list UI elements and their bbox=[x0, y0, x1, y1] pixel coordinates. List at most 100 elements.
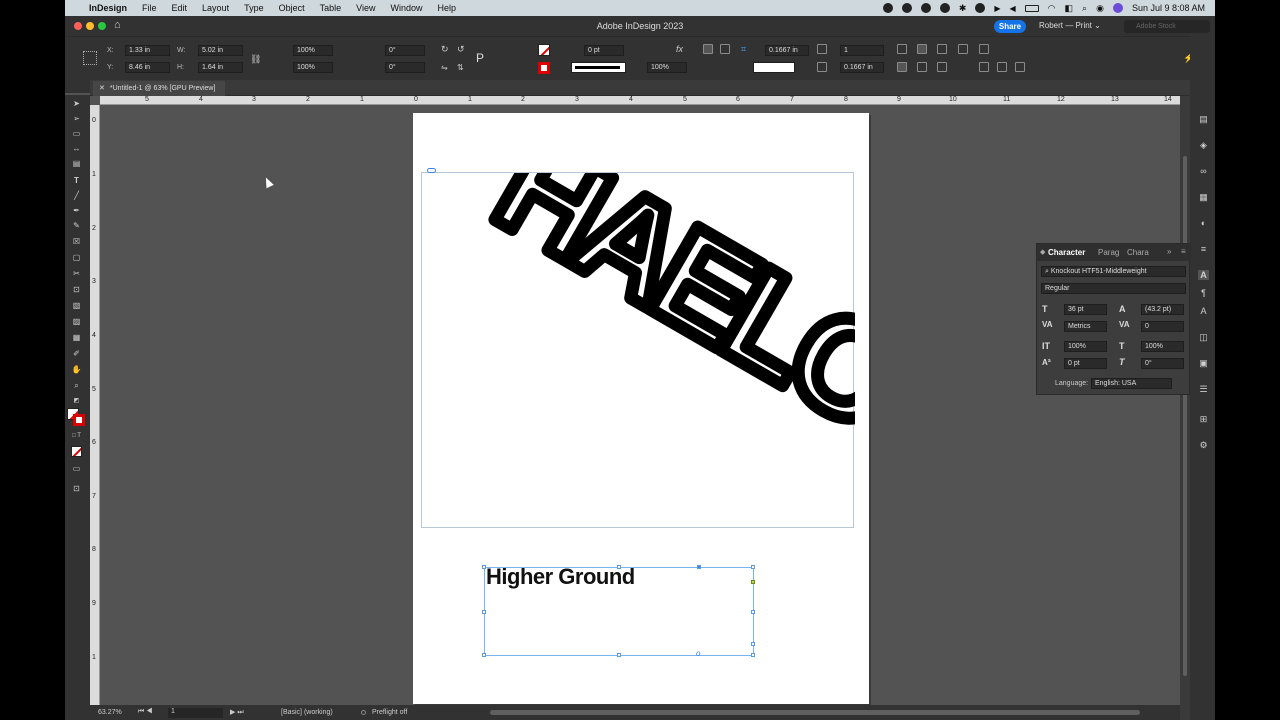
pages-panel-icon[interactable]: ▤ bbox=[1198, 114, 1209, 124]
selection-tool-icon[interactable]: ➤ bbox=[71, 99, 82, 108]
screen-mode-icon[interactable]: ▭ bbox=[71, 464, 82, 473]
type-tool-icon[interactable]: T bbox=[71, 176, 82, 185]
character-styles-icon[interactable]: A bbox=[1198, 306, 1209, 316]
wifi-icon[interactable]: ◠ bbox=[1048, 3, 1056, 14]
menu-object[interactable]: Object bbox=[279, 3, 305, 13]
content-collector-icon[interactable]: ▤ bbox=[71, 159, 82, 168]
align-left-icon[interactable] bbox=[703, 44, 713, 54]
fill-stroke-swatch[interactable] bbox=[67, 408, 87, 426]
table-panel-icon[interactable]: ⊞ bbox=[1198, 414, 1209, 424]
resize-handle[interactable] bbox=[697, 565, 701, 569]
preview-mode-icon[interactable]: ⊡ bbox=[71, 484, 82, 493]
share-button[interactable]: Share bbox=[994, 20, 1026, 33]
shear-field[interactable]: 0° bbox=[385, 62, 425, 73]
scissors-tool-icon[interactable]: ✂ bbox=[71, 269, 82, 278]
rectangle-tool-icon[interactable]: ▢ bbox=[71, 253, 82, 262]
stroke-panel-icon[interactable]: ▦ bbox=[1198, 192, 1209, 202]
column-icon[interactable] bbox=[817, 44, 827, 54]
app-status-icon[interactable] bbox=[975, 3, 986, 13]
text-align-top-icon[interactable] bbox=[897, 44, 907, 54]
zoom-tool-icon[interactable]: ⌕ bbox=[71, 381, 82, 390]
resize-handle[interactable] bbox=[751, 610, 755, 614]
frame-options-icon[interactable] bbox=[979, 44, 989, 54]
gradient-feather-tool-icon[interactable]: ▨ bbox=[71, 317, 82, 326]
text-frame[interactable]: Higher Ground o bbox=[482, 564, 755, 658]
preflight-status[interactable]: Preflight off bbox=[372, 709, 407, 716]
resize-handle[interactable] bbox=[482, 610, 486, 614]
fill-swatch[interactable] bbox=[538, 44, 550, 56]
globe-icon[interactable] bbox=[939, 3, 950, 13]
layers-panel-icon[interactable]: ◈ bbox=[1198, 140, 1209, 150]
select-content-icon[interactable]: P bbox=[476, 51, 484, 65]
text-align-mid-icon[interactable] bbox=[917, 44, 927, 54]
workspace-switcher[interactable]: Robert — Print ⌄ bbox=[1039, 21, 1101, 30]
align-objects-icon[interactable] bbox=[979, 62, 989, 72]
links-panel-icon[interactable]: ∞ bbox=[1198, 166, 1209, 176]
style-status[interactable]: [Basic] (working) bbox=[281, 709, 333, 716]
search-icon[interactable]: ⌕ bbox=[1082, 3, 1087, 14]
menu-view[interactable]: View bbox=[356, 3, 375, 13]
kerning-field[interactable]: Metrics bbox=[1064, 321, 1107, 332]
gutter-icon[interactable] bbox=[817, 62, 827, 72]
language-dropdown[interactable]: English: USA bbox=[1091, 378, 1172, 389]
tab-paragraph[interactable]: Parag bbox=[1098, 248, 1119, 257]
resize-handle[interactable] bbox=[617, 565, 621, 569]
menu-file[interactable]: File bbox=[142, 3, 157, 13]
distribute-spacing-icon[interactable] bbox=[1015, 62, 1025, 72]
gradient-tool-icon[interactable]: ▧ bbox=[71, 301, 82, 310]
panel-menu-icon[interactable]: ≡ bbox=[1181, 247, 1186, 256]
align-center-icon[interactable] bbox=[720, 44, 730, 54]
character-panel-icon[interactable]: A bbox=[1198, 270, 1209, 280]
page-nav-arrows[interactable]: ⏮ ◀ bbox=[138, 708, 153, 716]
font-style-dropdown[interactable]: Regular bbox=[1041, 283, 1186, 294]
rotate-field[interactable]: 0° bbox=[385, 45, 425, 56]
offset-bottom-field[interactable]: 0.1667 in bbox=[840, 62, 884, 73]
frame-fitting-icon[interactable]: ⌗ bbox=[741, 44, 746, 55]
scale-y-field[interactable]: 100% bbox=[293, 62, 333, 73]
formatting-container-icon[interactable]: □ T bbox=[71, 432, 82, 441]
adobe-stock-search[interactable]: Adobe Stock bbox=[1124, 20, 1210, 33]
menu-app[interactable]: InDesign bbox=[89, 3, 127, 13]
headline-text[interactable]: Higher Ground bbox=[486, 564, 635, 590]
pen-tool-icon[interactable]: ✒ bbox=[71, 206, 82, 215]
apply-none-icon[interactable] bbox=[71, 446, 82, 457]
record-icon[interactable] bbox=[882, 3, 893, 13]
resize-handle[interactable] bbox=[751, 642, 755, 646]
menu-edit[interactable]: Edit bbox=[172, 3, 188, 13]
hand-tool-icon[interactable]: ✋ bbox=[71, 365, 82, 374]
resize-handle[interactable] bbox=[617, 653, 621, 657]
pasteboard[interactable]: HAELOS Higher Ground o bbox=[100, 106, 1180, 705]
page-tool-icon[interactable]: ▭ bbox=[71, 129, 82, 138]
user-icon[interactable]: ◉ bbox=[1096, 3, 1104, 14]
align-panel-icon[interactable]: ≡ bbox=[1198, 244, 1209, 254]
control-center-icon[interactable]: ◧ bbox=[1065, 3, 1074, 14]
resize-handle[interactable] bbox=[482, 653, 486, 657]
constrain-proportions-icon[interactable]: ⛓ bbox=[250, 54, 261, 65]
resize-handle[interactable] bbox=[482, 565, 486, 569]
cc-libraries-icon[interactable]: ⚙ bbox=[1198, 440, 1209, 450]
rotate-icon[interactable]: ↻ bbox=[441, 44, 449, 55]
distribute-icon[interactable] bbox=[997, 62, 1007, 72]
stroke-weight-field[interactable]: 0 pt bbox=[584, 45, 624, 56]
horizontal-scale-field[interactable]: 100% bbox=[1141, 341, 1184, 352]
font-size-field[interactable]: 36 pt bbox=[1064, 304, 1107, 315]
horizontal-scrollbar[interactable] bbox=[490, 710, 1140, 715]
text-align-bottom-icon[interactable] bbox=[937, 44, 947, 54]
menu-window[interactable]: Window bbox=[390, 3, 422, 13]
stroke-swatch[interactable] bbox=[538, 62, 550, 74]
zoom-level[interactable]: 63.27% bbox=[98, 709, 122, 716]
bluetooth-icon[interactable]: ✱ bbox=[959, 3, 967, 14]
text-flow-icon[interactable]: o bbox=[696, 649, 700, 658]
text-wrap-shape-icon[interactable] bbox=[937, 62, 947, 72]
menu-extra-icon[interactable] bbox=[901, 3, 912, 13]
rotate-ccw-icon[interactable]: ↺ bbox=[457, 44, 465, 55]
eyedropper-tool-icon[interactable]: ✐ bbox=[71, 349, 82, 358]
horizontal-ruler[interactable]: 5 4 3 2 1 0 1 2 3 4 5 6 7 8 9 10 11 12 1… bbox=[100, 96, 1180, 105]
tab-character-styles[interactable]: Chara bbox=[1127, 248, 1149, 257]
font-family-dropdown[interactable]: ⌕ Knockout HTF51-Middleweight bbox=[1041, 266, 1186, 277]
columns-field[interactable]: 1 bbox=[840, 45, 884, 56]
gap-tool-icon[interactable]: ↔ bbox=[71, 144, 82, 153]
siri-icon[interactable] bbox=[1112, 3, 1123, 13]
clock[interactable]: Sun Jul 9 8:08 AM bbox=[1132, 3, 1205, 13]
auto-size-icon[interactable] bbox=[958, 44, 968, 54]
